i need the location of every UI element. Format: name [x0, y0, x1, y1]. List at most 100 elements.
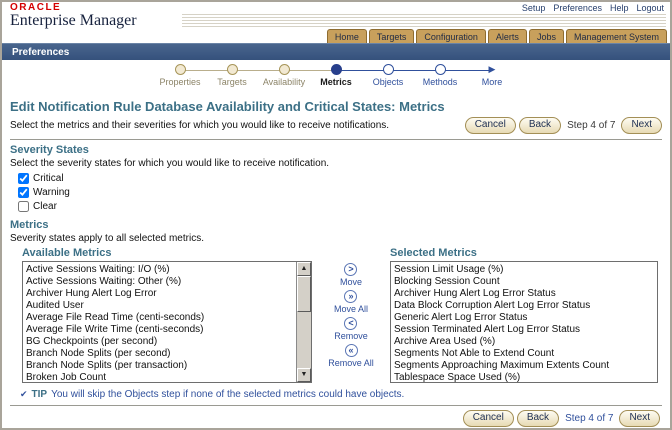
- global-link[interactable]: Logout: [636, 3, 664, 13]
- severity-description: Select the severity states for which you…: [10, 158, 662, 169]
- metric-option[interactable]: Segments Not Able to Extend Count: [394, 348, 654, 360]
- nav-tab[interactable]: Jobs: [529, 29, 564, 43]
- next-button[interactable]: Next: [621, 117, 662, 134]
- selected-metrics-listbox[interactable]: Session Limit Usage (%)Blocking Session …: [390, 261, 658, 383]
- global-link[interactable]: Preferences: [553, 3, 602, 13]
- divider: [10, 405, 662, 406]
- metric-option[interactable]: BG Checkpoints (per second): [26, 336, 295, 348]
- shuttle-button[interactable]: « Remove All: [328, 344, 374, 368]
- shuttle-button-label: Remove: [334, 331, 368, 341]
- wizard-train: Properties Targets Availability Metrics: [2, 60, 670, 94]
- scroll-thumb[interactable]: [297, 276, 311, 312]
- cancel-button[interactable]: Cancel: [463, 410, 514, 427]
- nav-tab[interactable]: Management System: [566, 29, 667, 43]
- metric-option[interactable]: Tablespace Space Used (%): [394, 372, 654, 383]
- shuttle-button-label: Move: [340, 277, 362, 287]
- metric-option[interactable]: Session Terminated Alert Log Error Statu…: [394, 324, 654, 336]
- pinstripe-decoration: [182, 14, 666, 27]
- step-dot-icon: [331, 64, 342, 75]
- page-title: Edit Notification Rule Database Availabi…: [10, 99, 662, 114]
- severity-option: Clear: [18, 200, 662, 213]
- metric-option[interactable]: Segments Approaching Maximum Extents Cou…: [394, 360, 654, 372]
- brand: ORACLE Enterprise Manager: [10, 3, 137, 29]
- scroll-track[interactable]: [297, 276, 311, 368]
- wizard-step[interactable]: More: [466, 64, 518, 94]
- metrics-description: Severity states apply to all selected me…: [10, 233, 662, 244]
- shuttle-button[interactable]: > Move: [340, 263, 362, 287]
- severity-option-label: Clear: [33, 201, 57, 212]
- scrollbar[interactable]: [296, 262, 311, 382]
- shuttle-button[interactable]: < Remove: [334, 317, 368, 341]
- nav-tab[interactable]: Configuration: [416, 29, 486, 43]
- shuttle-arrow-icon: »: [344, 290, 357, 303]
- step-dot-icon: [435, 64, 446, 75]
- step-dot-icon: [383, 64, 394, 75]
- tip-check-icon: [20, 389, 28, 400]
- metric-option[interactable]: Archive Area Used (%): [394, 336, 654, 348]
- metric-option[interactable]: Audited User: [26, 300, 295, 312]
- metric-option[interactable]: Branch Node Splits (per second): [26, 348, 295, 360]
- shuttle-arrow-icon: >: [344, 263, 357, 276]
- shuttle-controls: > Move » Move All < Remove: [312, 247, 390, 383]
- metric-option[interactable]: Average File Write Time (centi-seconds): [26, 324, 295, 336]
- global-links: Setup Preferences Help Logout: [516, 3, 664, 13]
- app-title: Enterprise Manager: [10, 13, 137, 29]
- selected-metrics-column: Selected Metrics Session Limit Usage (%)…: [390, 247, 658, 383]
- shuttle-button-label: Remove All: [328, 358, 374, 368]
- subnav-label: Preferences: [12, 47, 69, 58]
- metric-option[interactable]: Average File Read Time (centi-seconds): [26, 312, 295, 324]
- scroll-up-icon[interactable]: [297, 262, 311, 276]
- available-metrics-column: Available Metrics Active Sessions Waitin…: [22, 247, 312, 383]
- severity-checkbox[interactable]: [18, 173, 29, 184]
- step-indicator: Step 4 of 7: [565, 413, 613, 424]
- metric-option[interactable]: Archiver Hung Alert Log Error Status: [394, 288, 654, 300]
- shuttle-button-label: Move All: [334, 304, 368, 314]
- nav-tab[interactable]: Targets: [369, 29, 415, 43]
- scroll-down-icon[interactable]: [297, 368, 311, 382]
- severity-checkbox[interactable]: [18, 187, 29, 198]
- metric-option[interactable]: Active Sessions Waiting: I/O (%): [26, 264, 295, 276]
- global-link[interactable]: Help: [610, 3, 629, 13]
- severity-option-label: Critical: [33, 173, 64, 184]
- metric-option[interactable]: Active Sessions Waiting: Other (%): [26, 276, 295, 288]
- severity-option: Warning: [18, 186, 662, 199]
- wizard-step[interactable]: Metrics: [310, 64, 362, 94]
- header: ORACLE Enterprise Manager Setup Preferenc…: [2, 2, 670, 28]
- shuttle-button[interactable]: » Move All: [334, 290, 368, 314]
- step-dot-icon: [227, 64, 238, 75]
- em-window: ORACLE Enterprise Manager Setup Preferenc…: [0, 0, 672, 430]
- metrics-shuttle: Available Metrics Active Sessions Waitin…: [22, 247, 662, 383]
- wizard-step[interactable]: Properties: [154, 64, 206, 94]
- divider: [10, 139, 662, 140]
- wizard-step[interactable]: Targets: [206, 64, 258, 94]
- wizard-step[interactable]: Availability: [258, 64, 310, 94]
- bottom-action-buttons: Cancel Back Step 4 of 7 Next: [463, 410, 660, 427]
- severity-option-label: Warning: [33, 187, 70, 198]
- nav-tab[interactable]: Home: [327, 29, 367, 43]
- back-button[interactable]: Back: [519, 117, 561, 134]
- metric-option[interactable]: Generic Alert Log Error Status: [394, 312, 654, 324]
- wizard-step[interactable]: Objects: [362, 64, 414, 94]
- step-indicator: Step 4 of 7: [567, 120, 615, 131]
- metric-option[interactable]: Session Limit Usage (%): [394, 264, 654, 276]
- subnav-bar: Preferences: [2, 43, 670, 60]
- shuttle-arrow-icon: <: [344, 317, 357, 330]
- back-button[interactable]: Back: [517, 410, 559, 427]
- tip-text: You will skip the Objects step if none o…: [51, 389, 404, 400]
- next-button[interactable]: Next: [619, 410, 660, 427]
- available-metrics-label: Available Metrics: [22, 247, 312, 259]
- wizard-step[interactable]: Methods: [414, 64, 466, 94]
- severity-checkbox[interactable]: [18, 201, 29, 212]
- nav-tab[interactable]: Alerts: [488, 29, 527, 43]
- tab-bar: HomeTargetsConfigurationAlertsJobsManage…: [2, 28, 670, 43]
- metric-option[interactable]: Archiver Hung Alert Log Error: [26, 288, 295, 300]
- global-link[interactable]: Setup: [522, 3, 546, 13]
- cancel-button[interactable]: Cancel: [465, 117, 516, 134]
- top-action-buttons: Cancel Back Step 4 of 7 Next: [465, 117, 662, 134]
- metric-option[interactable]: Branch Node Splits (per transaction): [26, 360, 295, 372]
- metric-option[interactable]: Blocking Session Count: [394, 276, 654, 288]
- metric-option[interactable]: Broken Job Count: [26, 372, 295, 383]
- severity-option: Critical: [18, 172, 662, 185]
- metric-option[interactable]: Data Block Corruption Alert Log Error St…: [394, 300, 654, 312]
- available-metrics-listbox[interactable]: Active Sessions Waiting: I/O (%)Active S…: [22, 261, 312, 383]
